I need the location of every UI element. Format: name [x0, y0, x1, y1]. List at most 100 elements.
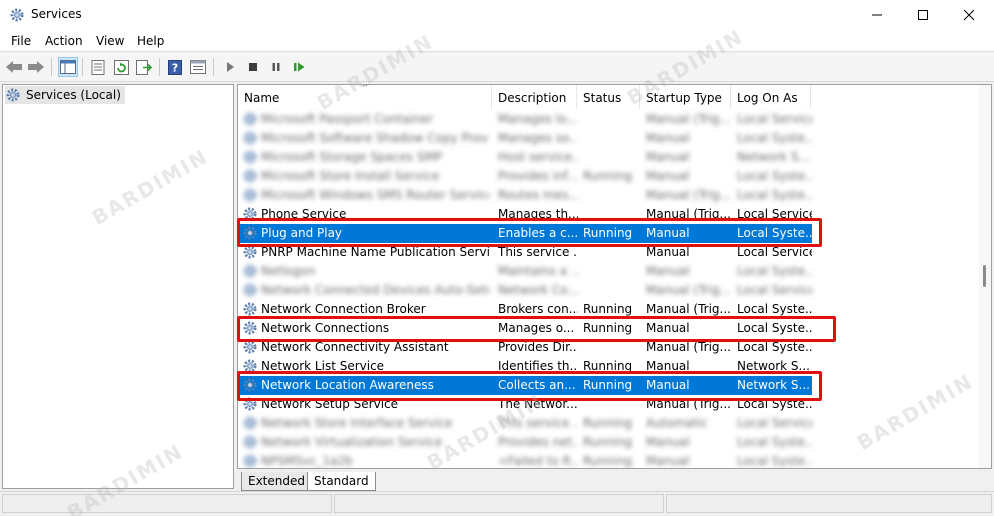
service-gear-icon: [243, 150, 257, 164]
column-header-description[interactable]: Description: [492, 85, 577, 109]
cell-log-on-as: Local Service: [737, 283, 812, 297]
table-row[interactable]: NPSMSvc_1a2b <Failed to R... Running Manual…: [238, 452, 812, 468]
cell-log-on-as: Local Syste...: [737, 264, 812, 278]
pause-icon: [272, 63, 280, 71]
close-button[interactable]: [946, 0, 992, 30]
cell-description: Maintains a ...: [498, 264, 578, 278]
table-row[interactable]: Microsoft Software Shadow Copy Provider M…: [238, 129, 812, 148]
cell-startup-type: Manual (Trig...: [646, 112, 731, 126]
stop-service-button[interactable]: [243, 57, 263, 77]
table-row[interactable]: Network Store Interface Service This serv…: [238, 414, 812, 433]
table-row[interactable]: Microsoft Windows SMS Router Service Rout…: [238, 186, 812, 205]
column-header-log-on-as[interactable]: Log On As: [731, 85, 811, 109]
cell-log-on-as: Local Syste...: [737, 169, 812, 183]
cell-log-on-as: Local Syste...: [737, 454, 812, 468]
table-row[interactable]: Network Connected Devices Auto-Setup Netw…: [238, 281, 812, 300]
highlight-box-network-connections: [237, 316, 836, 342]
cell-name: PNRP Machine Name Publication Service: [261, 245, 489, 259]
title-bar: Services: [0, 0, 994, 30]
status-segment: [334, 494, 664, 513]
cell-description: Manages lo...: [498, 112, 578, 126]
cell-name: Network Virtualization Service: [261, 435, 443, 449]
cell-description: <Failed to R...: [498, 454, 578, 468]
cell-log-on-as: Local Service: [737, 112, 812, 126]
cell-status: Running: [583, 169, 633, 183]
column-header-status[interactable]: Status: [577, 85, 640, 109]
vertical-scrollbar[interactable]: [979, 85, 991, 468]
restart-icon: [294, 62, 305, 72]
toolbar-separator: [82, 58, 83, 76]
pause-service-button[interactable]: [266, 57, 286, 77]
tree-item-label: Services (Local): [26, 88, 121, 102]
cell-startup-type: Manual: [646, 131, 690, 145]
menu-file[interactable]: File: [11, 34, 31, 48]
cell-name: NPSMSvc_1a2b: [261, 454, 353, 468]
back-button[interactable]: [4, 57, 24, 77]
tab-extended[interactable]: Extended: [241, 472, 312, 491]
cell-log-on-as: Network S...: [737, 150, 810, 164]
services-gear-icon: [6, 88, 20, 102]
cell-log-on-as: Local Syste...: [737, 131, 812, 145]
service-gear-icon: [243, 283, 257, 297]
cell-description: Host service...: [498, 150, 578, 164]
start-service-button[interactable]: [220, 57, 240, 77]
cell-description: Routes mes...: [498, 188, 578, 202]
cell-name: Microsoft Windows SMS Router Service: [261, 188, 489, 202]
cell-startup-type: Manual: [646, 169, 690, 183]
view-button[interactable]: [188, 57, 208, 77]
export-list-button[interactable]: [134, 57, 154, 77]
cell-name: Microsoft Passport Container: [261, 112, 434, 126]
view-tabs: Extended Standard: [237, 469, 992, 491]
restart-service-button[interactable]: [289, 57, 309, 77]
properties-button[interactable]: [88, 57, 108, 77]
cell-description: Provides Dir...: [498, 340, 578, 354]
forward-button[interactable]: [26, 57, 46, 77]
services-gear-icon: [10, 8, 24, 22]
column-header-startup-type[interactable]: Startup Type: [640, 85, 731, 109]
toolbar-separator: [159, 58, 160, 76]
tree-item-services-local[interactable]: Services (Local): [5, 86, 125, 104]
minimize-button[interactable]: [854, 0, 900, 30]
export-icon: [136, 59, 152, 75]
maximize-button[interactable]: [900, 0, 946, 30]
cell-description: Network Co...: [498, 283, 578, 297]
cell-status: Running: [583, 435, 633, 449]
menu-help[interactable]: Help: [137, 34, 164, 48]
show-hide-console-tree-button[interactable]: [58, 57, 78, 77]
service-gear-icon: [243, 112, 257, 126]
column-header-name[interactable]: ⌃ Name: [238, 85, 492, 109]
help-button[interactable]: ?: [165, 57, 185, 77]
cell-startup-type: Manual (Trig...: [646, 340, 731, 354]
cell-log-on-as: Local Syste...: [737, 340, 812, 354]
cell-startup-type: Manual: [646, 245, 690, 259]
cell-startup-type: Manual (Trig...: [646, 283, 731, 297]
stop-icon: [249, 63, 257, 71]
svg-text:?: ?: [172, 61, 178, 74]
table-row[interactable]: Network Virtualization Service Provides n…: [238, 433, 812, 452]
cell-description: This service ...: [498, 245, 578, 259]
status-segment: [666, 494, 992, 513]
table-row[interactable]: Microsoft Passport Container Manages lo..…: [238, 110, 812, 129]
refresh-button[interactable]: [111, 57, 131, 77]
menu-bar: File Action View Help: [0, 30, 994, 52]
console-tree-pane: Services (Local): [2, 84, 234, 489]
service-gear-icon: [243, 454, 257, 468]
table-row[interactable]: Netlogon Maintains a ... Manual Local Syste…: [238, 262, 812, 281]
table-row[interactable]: Microsoft Storage Spaces SMP Host service…: [238, 148, 812, 167]
cell-name: Network Connectivity Assistant: [261, 340, 449, 354]
cell-log-on-as: Local Syste...: [737, 302, 812, 316]
cell-description: Provides net...: [498, 435, 578, 449]
properties-icon: [91, 59, 105, 75]
menu-action[interactable]: Action: [45, 34, 83, 48]
service-gear-icon: [243, 435, 257, 449]
scrollbar-thumb[interactable]: [983, 265, 986, 287]
forward-arrow-icon: [28, 61, 44, 73]
table-row[interactable]: Microsoft Store Install Service Provides …: [238, 167, 812, 186]
menu-view[interactable]: View: [96, 34, 124, 48]
highlight-box-network-location-awareness: [237, 371, 822, 401]
minimize-icon: [872, 14, 882, 16]
help-icon: ?: [168, 59, 182, 75]
cell-name: Network Connection Broker: [261, 302, 426, 316]
toolbar-separator: [51, 58, 52, 76]
tab-standard[interactable]: Standard: [307, 472, 376, 491]
